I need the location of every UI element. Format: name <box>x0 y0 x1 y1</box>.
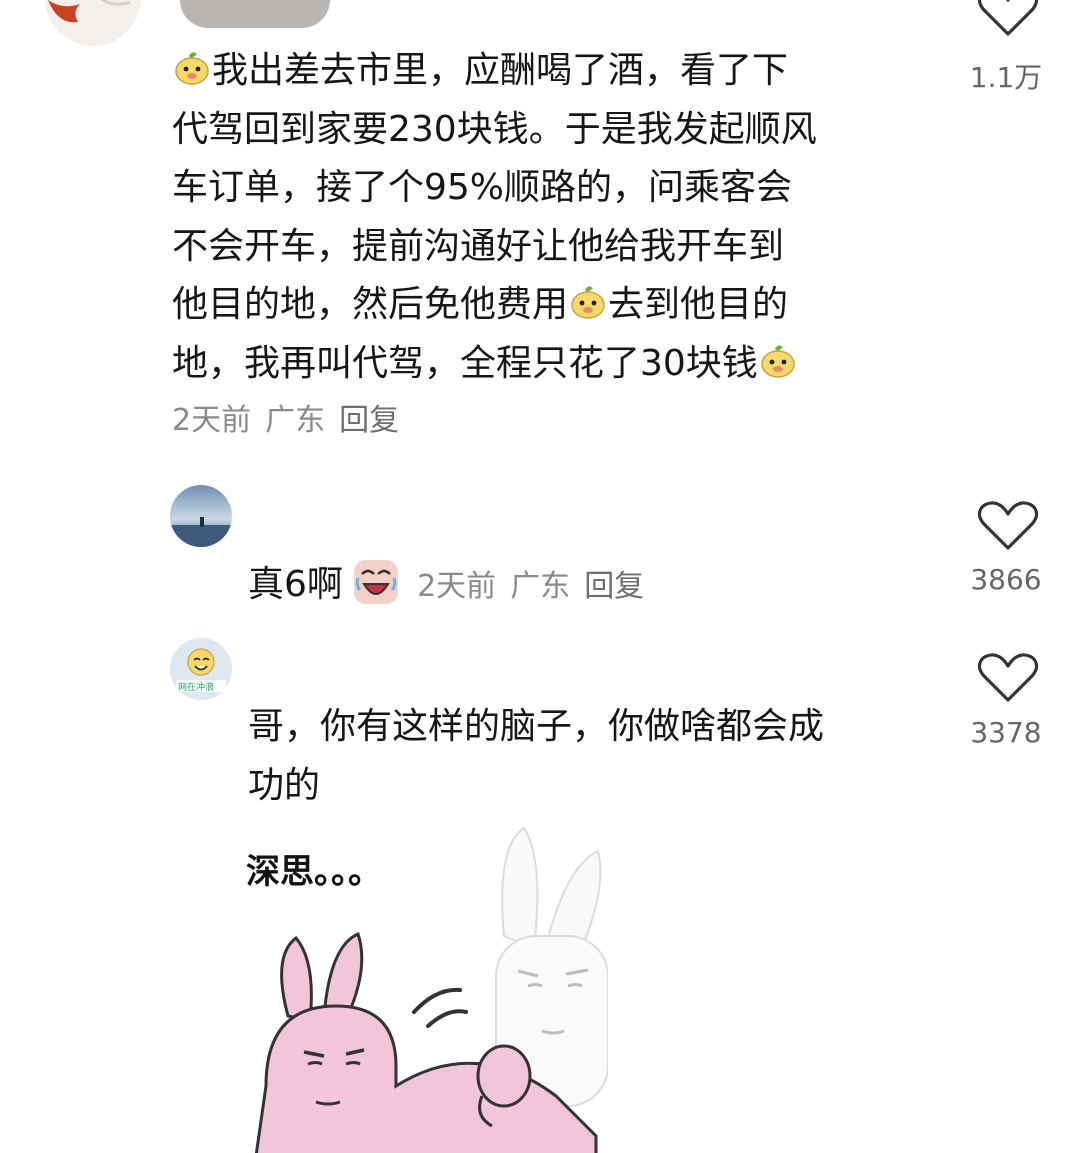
comment-2-body: 真6啊 2天前 广东 回复 <box>248 555 658 607</box>
bean-face-emoji <box>570 280 606 320</box>
comment-3-text: 哥，你有这样的脑子，你做啥都会成 功的 <box>248 698 948 815</box>
comment-2-time: 2天前 <box>417 569 497 604</box>
comment-1-time: 2天前 <box>172 403 252 438</box>
bean-face-emoji <box>174 46 210 85</box>
comment-2-avatar[interactable] <box>170 485 232 547</box>
comment-1-line-5: 他目的地，然后免他费用 去到他目的 <box>172 276 932 335</box>
comment-2-like-button[interactable] <box>976 500 1040 552</box>
comment-1-line-6: 地，我再叫代驾，全程只花了30块钱 <box>172 335 932 394</box>
comment-1-line-4: 不会开车，提前沟通好让他给我开车到 <box>172 225 785 267</box>
comment-1-reply-button[interactable]: 回复 <box>339 403 399 438</box>
comment-1-line-3: 车订单，接了个95%顺路的，问乘客会 <box>172 167 793 209</box>
comment-1-line-2: 代驾回到家要230块钱。于是我发起顺风 <box>172 108 817 150</box>
comment-3-avatar-text: 网在冲浪 <box>178 683 215 693</box>
bunny-sticker-drawing <box>254 826 608 1153</box>
heart-outline-icon <box>978 653 1038 702</box>
heart-outline-icon <box>978 501 1038 550</box>
comment-3-like-button[interactable] <box>976 652 1040 704</box>
comment-1-meta: 2天前 广东 回复 <box>172 395 413 439</box>
top-photo-partial <box>180 0 330 28</box>
top-avatar-partial[interactable] <box>38 0 148 60</box>
bean-face-emoji <box>760 339 796 378</box>
comment-2-location: 广东 <box>510 569 571 604</box>
comment-1-location: 广东 <box>265 403 326 438</box>
comment-3-avatar[interactable]: 网在冲浪 <box>170 638 232 700</box>
comment-3-line-2: 功的 <box>248 764 321 806</box>
sticker-image[interactable]: 深思。。。 <box>246 826 608 1153</box>
comment-1-like-count: 1.1万 <box>969 61 1043 94</box>
comment-2-text: 真6啊 <box>248 564 343 605</box>
comment-1-like-button[interactable] <box>976 0 1040 40</box>
comment-2-like-count: 3866 <box>970 563 1042 596</box>
laughing-cry-emoji <box>352 558 400 606</box>
comment-1-text: 我出差去市里，应酬喝了酒，看了下 代驾回到家要230块钱。于是我发起顺风 车订单… <box>172 42 932 394</box>
heart-outline-icon <box>978 0 1038 36</box>
comment-1-line-1: 我出差去市里，应酬喝了酒，看了下 <box>172 42 932 101</box>
comment-3-like-count: 3378 <box>970 716 1042 749</box>
comment-2-reply-button[interactable]: 回复 <box>584 569 644 604</box>
comment-3-line-1: 哥，你有这样的脑子，你做啥都会成 <box>248 706 825 747</box>
